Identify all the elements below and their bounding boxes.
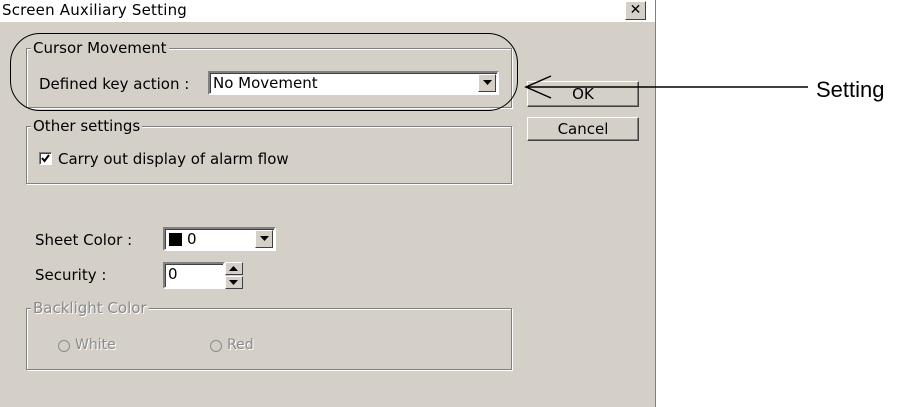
sheet-color-select[interactable]: 0 bbox=[163, 227, 276, 251]
cancel-button[interactable]: Cancel bbox=[527, 117, 639, 141]
backlight-color-legend: Backlight Color bbox=[31, 299, 149, 317]
chevron-down-icon[interactable] bbox=[255, 230, 273, 248]
spin-up-icon[interactable] bbox=[225, 262, 243, 275]
annotation-label: Setting bbox=[816, 77, 885, 102]
color-swatch bbox=[169, 233, 182, 246]
security-value: 0 bbox=[168, 265, 178, 283]
highlight-ellipse bbox=[10, 33, 518, 111]
security-label: Security : bbox=[35, 266, 107, 284]
spin-down-icon[interactable] bbox=[225, 276, 243, 289]
close-icon[interactable]: ✕ bbox=[625, 1, 646, 20]
checkmark-icon bbox=[41, 154, 50, 163]
radio-red-label: Red bbox=[227, 337, 254, 353]
annotation-arrow bbox=[524, 75, 808, 99]
radio-red[interactable] bbox=[210, 340, 222, 352]
window-title: Screen Auxiliary Setting bbox=[2, 1, 187, 19]
title-bar: Screen Auxiliary Setting ✕ bbox=[0, 0, 655, 22]
alarm-flow-checkbox[interactable] bbox=[39, 152, 52, 165]
other-settings-legend: Other settings bbox=[31, 117, 143, 135]
security-spinner[interactable] bbox=[225, 262, 243, 289]
radio-white[interactable] bbox=[58, 340, 70, 352]
sheet-color-label: Sheet Color : bbox=[35, 231, 133, 249]
sheet-color-value: 0 bbox=[187, 230, 197, 248]
radio-white-label: White bbox=[75, 337, 116, 353]
security-input[interactable]: 0 bbox=[163, 262, 225, 289]
alarm-flow-label[interactable]: Carry out display of alarm flow bbox=[58, 150, 289, 168]
